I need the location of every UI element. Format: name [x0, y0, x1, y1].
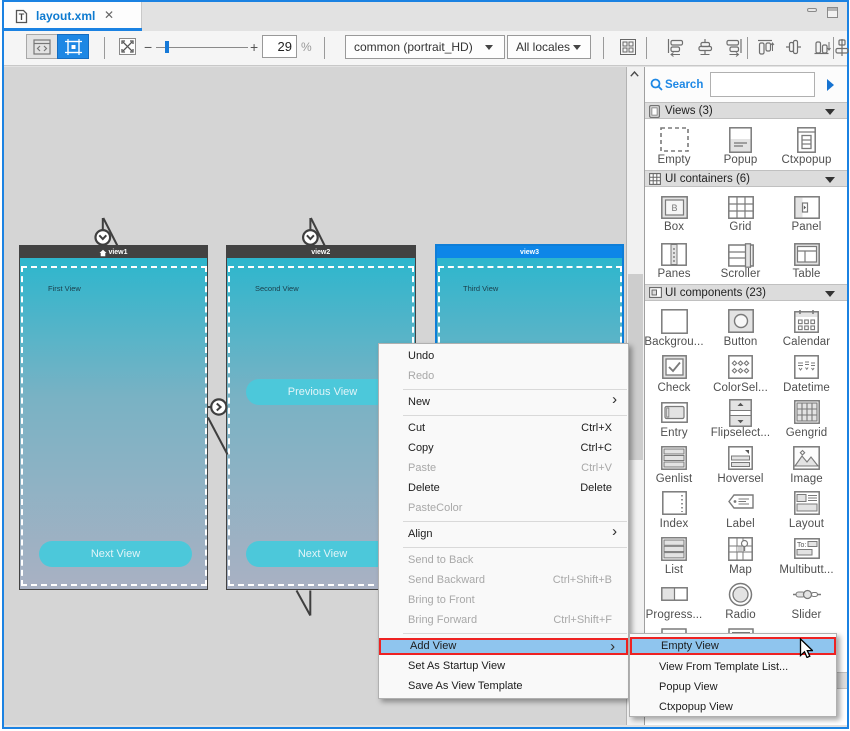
svg-text:To:: To: [797, 542, 806, 549]
svg-text:B: B [671, 203, 677, 213]
